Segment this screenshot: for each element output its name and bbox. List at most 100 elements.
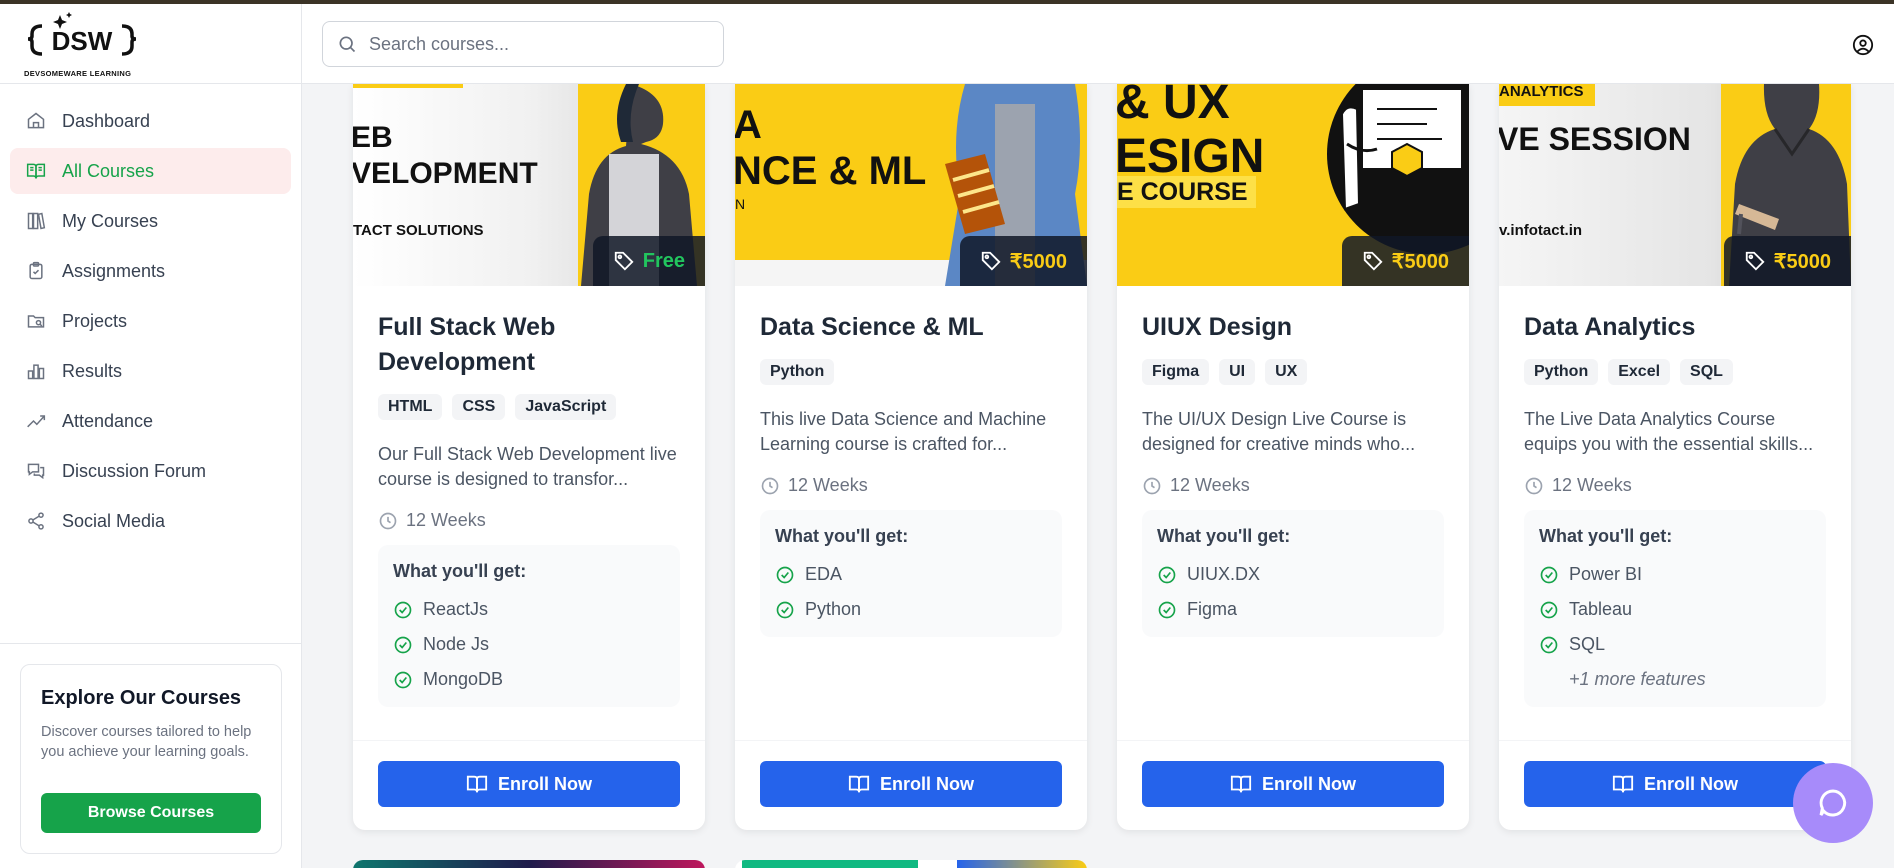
- banner-subtext: TACT SOLUTIONS: [353, 222, 484, 239]
- sidebar-item-assignments[interactable]: Assignments: [10, 248, 291, 294]
- browse-courses-button[interactable]: Browse Courses: [41, 793, 261, 833]
- next-course-card-peek[interactable]: [735, 860, 1087, 868]
- features-box: What you'll get: UIUX.DX Figma: [1142, 510, 1444, 637]
- banner-headline: VE SESSION: [1499, 121, 1691, 157]
- course-description: This live Data Science and Machine Learn…: [760, 409, 1047, 454]
- feature-label: ReactJs: [423, 599, 489, 619]
- tag-icon: [1745, 251, 1765, 271]
- home-icon: [27, 112, 45, 129]
- book-icon: [1230, 775, 1252, 793]
- features-title: What you'll get:: [1157, 526, 1291, 546]
- course-title[interactable]: Full Stack Web Development: [378, 310, 680, 380]
- courses-grid: EB VELOPMENT TACT SOLUTIONS Free Full St…: [332, 84, 1894, 868]
- feature-item: Tableau: [1539, 592, 1811, 627]
- features-title: What you'll get:: [775, 526, 909, 546]
- course-description: The UI/UX Design Live Course is designed…: [1142, 409, 1416, 454]
- feature-item: SQL: [1539, 627, 1811, 662]
- feature-label: MongoDB: [423, 669, 504, 689]
- price-badge: Free: [592, 236, 705, 286]
- course-tag: Figma: [1142, 359, 1210, 385]
- course-duration: 12 Weeks: [760, 475, 1062, 496]
- enroll-now-button[interactable]: Enroll Now: [1142, 761, 1444, 807]
- enroll-now-button[interactable]: Enroll Now: [378, 761, 680, 807]
- feature-item: ReactJs: [393, 592, 665, 627]
- sidebar-item-label: Results: [62, 360, 123, 381]
- course-title[interactable]: Data Science & ML: [760, 310, 1062, 345]
- feature-label: Power BI: [1569, 564, 1643, 584]
- logo-area[interactable]: DSW DEVSOMEWARE LEARNING: [0, 0, 301, 84]
- book-icon: [1612, 775, 1634, 793]
- sidebar-item-results[interactable]: Results: [10, 348, 291, 394]
- feature-label: EDA: [805, 564, 843, 584]
- card-footer: Enroll Now: [353, 740, 705, 830]
- course-banner-image[interactable]: A NCE & ML N ₹5000: [735, 84, 1087, 286]
- sidebar-item-social-media[interactable]: Social Media: [10, 498, 291, 544]
- logo-icon: DSW: [28, 12, 136, 56]
- clock-icon: [761, 477, 779, 494]
- next-course-card-peek[interactable]: [353, 860, 705, 868]
- sidebar-item-dashboard[interactable]: Dashboard: [10, 98, 291, 144]
- explore-title: Explore Our Courses: [41, 687, 242, 709]
- clock-icon: [379, 512, 397, 529]
- chat-support-button[interactable]: [1793, 763, 1873, 843]
- search-box[interactable]: [322, 21, 724, 67]
- enroll-now-button[interactable]: Enroll Now: [1524, 761, 1826, 807]
- price-badge: ₹5000: [1723, 236, 1851, 286]
- enroll-label: Enroll Now: [880, 773, 974, 794]
- bar-chart-icon: [27, 364, 45, 380]
- enroll-label: Enroll Now: [1262, 773, 1356, 794]
- course-tags: Python: [760, 359, 1062, 385]
- check-circle-icon: [1158, 601, 1176, 618]
- feature-item: EDA: [775, 557, 1047, 592]
- more-features-link[interactable]: +1 more features: [1539, 662, 1811, 697]
- folder-icon: [27, 315, 45, 328]
- sidebar-item-projects[interactable]: Projects: [10, 298, 291, 344]
- banner-headline: A NCE & ML: [735, 103, 927, 193]
- feature-label: Node Js: [423, 634, 490, 654]
- check-circle-icon: [776, 601, 794, 618]
- banner-subtext: E COURSE: [1117, 176, 1256, 208]
- banner-headline: & UX ESIGN: [1117, 84, 1265, 183]
- course-card: A NCE & ML N ₹5000 Data Science & ML Pyt…: [735, 84, 1087, 830]
- features-box: What you'll get: Power BI Tableau SQL +1…: [1524, 510, 1826, 707]
- course-duration: 12 Weeks: [1142, 475, 1444, 496]
- check-circle-icon: [1540, 636, 1558, 653]
- course-tags: Python Excel SQL: [1524, 359, 1826, 385]
- price-label: ₹5000: [1391, 250, 1449, 273]
- course-duration: 12 Weeks: [378, 510, 680, 531]
- sidebar-item-discussion-forum[interactable]: Discussion Forum: [10, 448, 291, 494]
- card-footer: Enroll Now: [735, 740, 1087, 830]
- price-badge: ₹5000: [959, 236, 1087, 286]
- chat-icon: [27, 463, 45, 480]
- check-circle-icon: [394, 601, 412, 618]
- course-banner-image[interactable]: EB VELOPMENT TACT SOLUTIONS Free: [353, 84, 705, 286]
- course-card: EB VELOPMENT TACT SOLUTIONS Free Full St…: [353, 84, 705, 830]
- course-title[interactable]: UIUX Design: [1142, 310, 1444, 345]
- sidebar-item-all-courses[interactable]: All Courses: [10, 148, 291, 194]
- sidebar-nav: Dashboard All Courses My Courses Assignm…: [0, 84, 301, 544]
- enroll-now-button[interactable]: Enroll Now: [760, 761, 1062, 807]
- book-icon: [848, 775, 870, 793]
- course-banner-image[interactable]: ANALYTICS VE SESSION v.infotact.in ₹5000: [1499, 84, 1851, 286]
- clipboard-icon: [29, 261, 43, 280]
- book-open-icon: [26, 163, 46, 179]
- features-box: What you'll get: EDA Python: [760, 510, 1062, 637]
- course-title[interactable]: Data Analytics: [1524, 310, 1826, 345]
- chat-bubble-icon: [1819, 789, 1847, 817]
- clock-icon: [1143, 477, 1161, 494]
- course-banner-image[interactable]: & UX ESIGN E COURSE ₹5000: [1117, 84, 1469, 286]
- banner-subtext: v.infotact.in: [1499, 222, 1583, 239]
- banner-top-label: ANALYTICS: [1499, 84, 1596, 106]
- course-tags: Figma UI UX: [1142, 359, 1444, 385]
- top-header: [302, 4, 1894, 84]
- sidebar-item-my-courses[interactable]: My Courses: [10, 198, 291, 244]
- feature-item: Python: [775, 592, 1047, 627]
- user-profile-icon[interactable]: [1852, 34, 1874, 56]
- sidebar-item-attendance[interactable]: Attendance: [10, 398, 291, 444]
- features-title: What you'll get:: [393, 561, 527, 581]
- price-label: ₹5000: [1009, 250, 1067, 273]
- duration-label: 12 Weeks: [406, 510, 486, 530]
- price-label: ₹5000: [1773, 250, 1831, 273]
- search-input[interactable]: [369, 33, 709, 55]
- course-card: ANALYTICS VE SESSION v.infotact.in ₹5000…: [1499, 84, 1851, 830]
